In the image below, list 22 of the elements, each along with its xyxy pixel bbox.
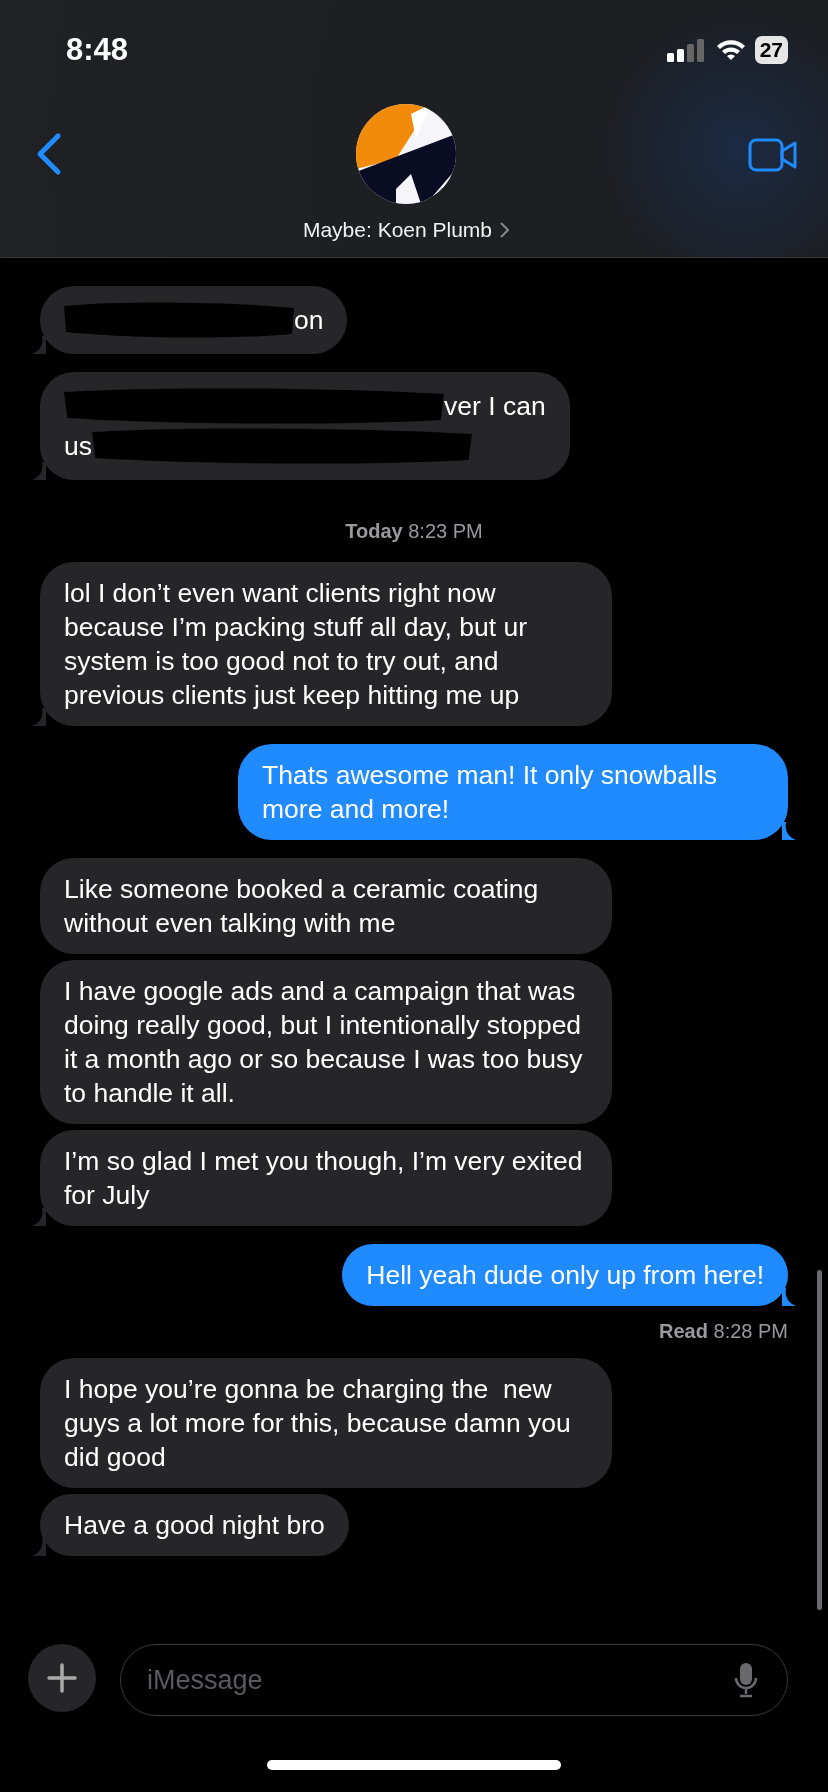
contact-name[interactable]: Maybe: Koen Plumb [302, 214, 510, 246]
message-text: lol I don’t even want clients right now because I’m packing stuff all day, but ur system is too good not to try out, and previous clients just keep hitting me up [64, 578, 529, 710]
message-text: Have a good night bro [64, 1510, 325, 1540]
message-input-field[interactable]: iMessage [120, 1644, 788, 1716]
signal-icon [666, 38, 707, 62]
read-receipt: Read 8:28 PM [659, 1319, 788, 1344]
timestamp: Today 8:23 PM [345, 519, 483, 544]
message-text: I have google ads and a campaign that was doing really good, but I intentionally stopped it a month ago or so because I was too busy to handle it all. [64, 976, 584, 1108]
message-text: I’m so glad I met you though, I’m very exited for July [64, 1146, 584, 1210]
message-text: ver I can [444, 390, 546, 423]
chevron-icon [500, 221, 510, 238]
message-text: Like someone booked a ceramic coating without even talking with me [64, 874, 540, 938]
video-call-icon[interactable] [748, 138, 798, 172]
message-text: on [294, 304, 324, 337]
microphone-icon[interactable] [734, 1662, 758, 1698]
message-text: Thats awesome man! It only snowballs more and more! [262, 760, 719, 824]
status-time: 8:48 [66, 30, 129, 69]
message-text: us [64, 430, 92, 463]
plus-icon [47, 1663, 77, 1693]
battery-indicator: 27 [754, 36, 788, 64]
message-text: Hell yeah dude only up from here! [366, 1260, 764, 1290]
message-text: I hope you’re gonna be charging the new guys a lot more for this, because damn you did good [64, 1374, 572, 1472]
